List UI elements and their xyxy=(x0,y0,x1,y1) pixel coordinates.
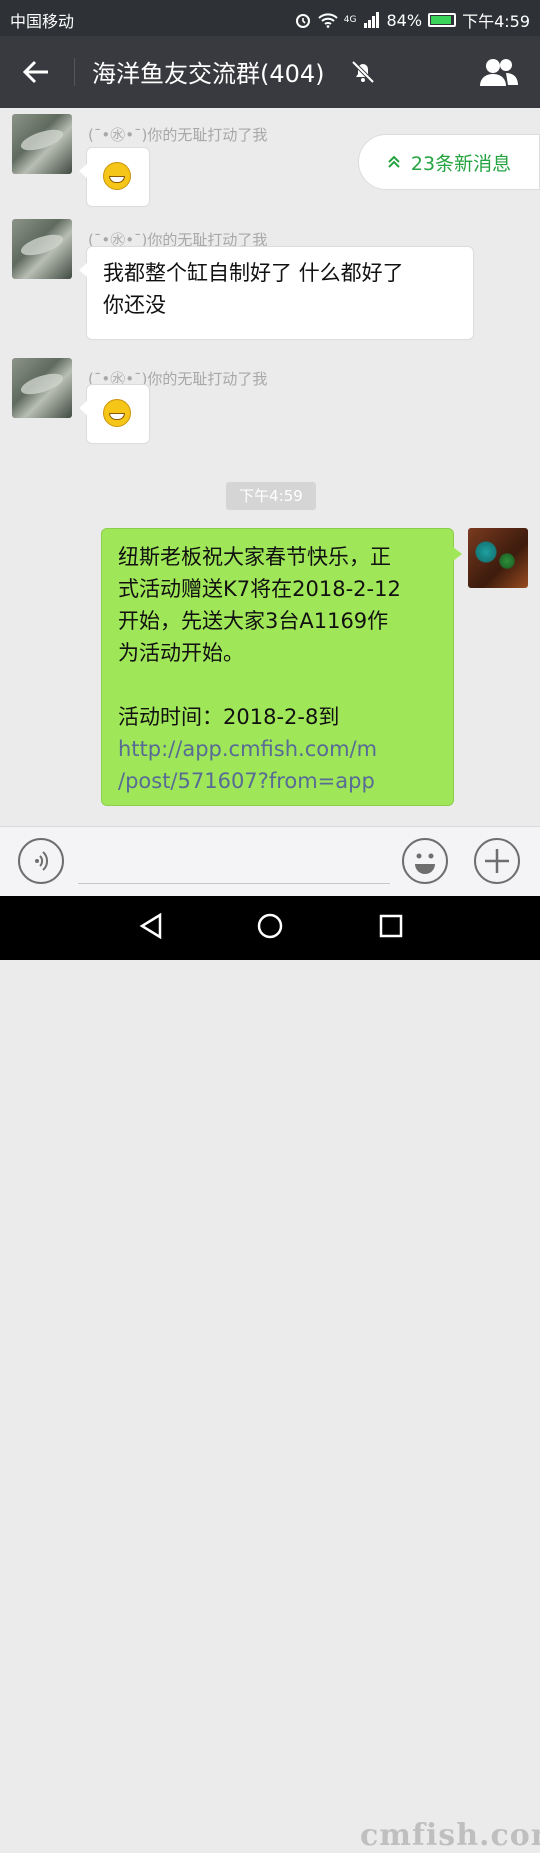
grin-emoji-icon xyxy=(103,162,131,190)
sender-avatar[interactable] xyxy=(12,219,72,279)
chat-area[interactable]: (¯•㊌•¯)你的无耻打动了我 23条新消息 (¯•㊌•¯)你的无耻打动了我 我… xyxy=(0,108,540,826)
back-arrow-icon[interactable] xyxy=(20,56,52,88)
smiley-icon xyxy=(415,853,435,874)
signal-icon xyxy=(363,12,379,28)
header-divider xyxy=(74,58,75,86)
input-bar xyxy=(0,826,540,897)
battery-icon xyxy=(428,13,457,27)
grin-emoji-icon xyxy=(103,399,131,427)
site-watermark: cmfish.com xyxy=(360,1818,540,1853)
message-bubble[interactable]: 我都整个缸自制好了 什么都好了 你还没 xyxy=(79,246,474,340)
clock: 下午4:59 xyxy=(462,12,530,31)
network-type: 4G xyxy=(343,15,357,25)
more-options-button[interactable] xyxy=(474,838,520,884)
message-line: 式活动赠送K7将在2018-2-12 xyxy=(118,577,401,601)
message-line: 我都整个缸自制好了 什么都好了 xyxy=(103,261,404,285)
message-line: 纽斯老板祝大家春节快乐，正 xyxy=(118,545,391,569)
mute-bell-icon xyxy=(351,60,375,84)
message-line: 活动时间：2018-2-8到 xyxy=(118,705,340,729)
message-bubble[interactable] xyxy=(79,384,150,444)
message-item: (¯•㊌•¯)你的无耻打动了我 xyxy=(12,358,472,448)
message-bubble[interactable] xyxy=(79,147,150,207)
emoji-button[interactable] xyxy=(402,838,448,884)
message-line: 为活动开始。 xyxy=(118,641,244,665)
message-timestamp: 下午4:59 xyxy=(226,482,316,510)
sender-avatar[interactable] xyxy=(12,114,72,174)
my-avatar[interactable] xyxy=(468,528,528,588)
message-input[interactable] xyxy=(78,883,390,884)
new-messages-button[interactable]: 23条新消息 xyxy=(358,134,540,190)
new-messages-label: 23条新消息 xyxy=(410,152,512,175)
status-bar: 中国移动 4G 84% 下午4:59 xyxy=(0,0,540,36)
chat-header: 海洋鱼友交流群(404) xyxy=(0,36,540,108)
message-line: 你还没 xyxy=(103,293,166,317)
voice-icon xyxy=(35,851,49,871)
carrier-name: 中国移动 xyxy=(10,12,75,31)
battery-percent: 84% xyxy=(386,10,423,30)
outgoing-message-bubble[interactable]: 纽斯老板祝大家春节快乐，正 式活动赠送K7将在2018-2-12 开始，先送大家… xyxy=(101,528,462,806)
message-link[interactable]: http://app.cmfish.com/m xyxy=(118,733,437,765)
plus-icon xyxy=(485,849,509,873)
recent-apps-icon[interactable] xyxy=(378,912,404,940)
message-line: 开始，先送大家3台A1169作 xyxy=(118,609,389,633)
voice-toggle-button[interactable] xyxy=(18,838,64,884)
system-navigation-bar: cmfish.com xyxy=(0,896,540,1853)
message-line xyxy=(118,669,437,701)
message-item: (¯•㊌•¯)你的无耻打动了我 我都整个缸自制好了 什么都好了 你还没 xyxy=(12,219,482,349)
wifi-icon xyxy=(318,13,338,28)
home-circle-icon[interactable] xyxy=(256,912,284,940)
group-members-icon[interactable] xyxy=(478,56,520,88)
sender-avatar[interactable] xyxy=(12,358,72,418)
alarm-icon xyxy=(295,14,310,28)
group-title: 海洋鱼友交流群(404) xyxy=(92,60,325,88)
message-link[interactable]: /post/571607?from=app xyxy=(118,765,437,797)
sender-name: (¯•㊌•¯)你的无耻打动了我 xyxy=(88,126,268,144)
back-triangle-icon[interactable] xyxy=(138,912,164,940)
double-chevron-up-icon xyxy=(388,155,400,168)
